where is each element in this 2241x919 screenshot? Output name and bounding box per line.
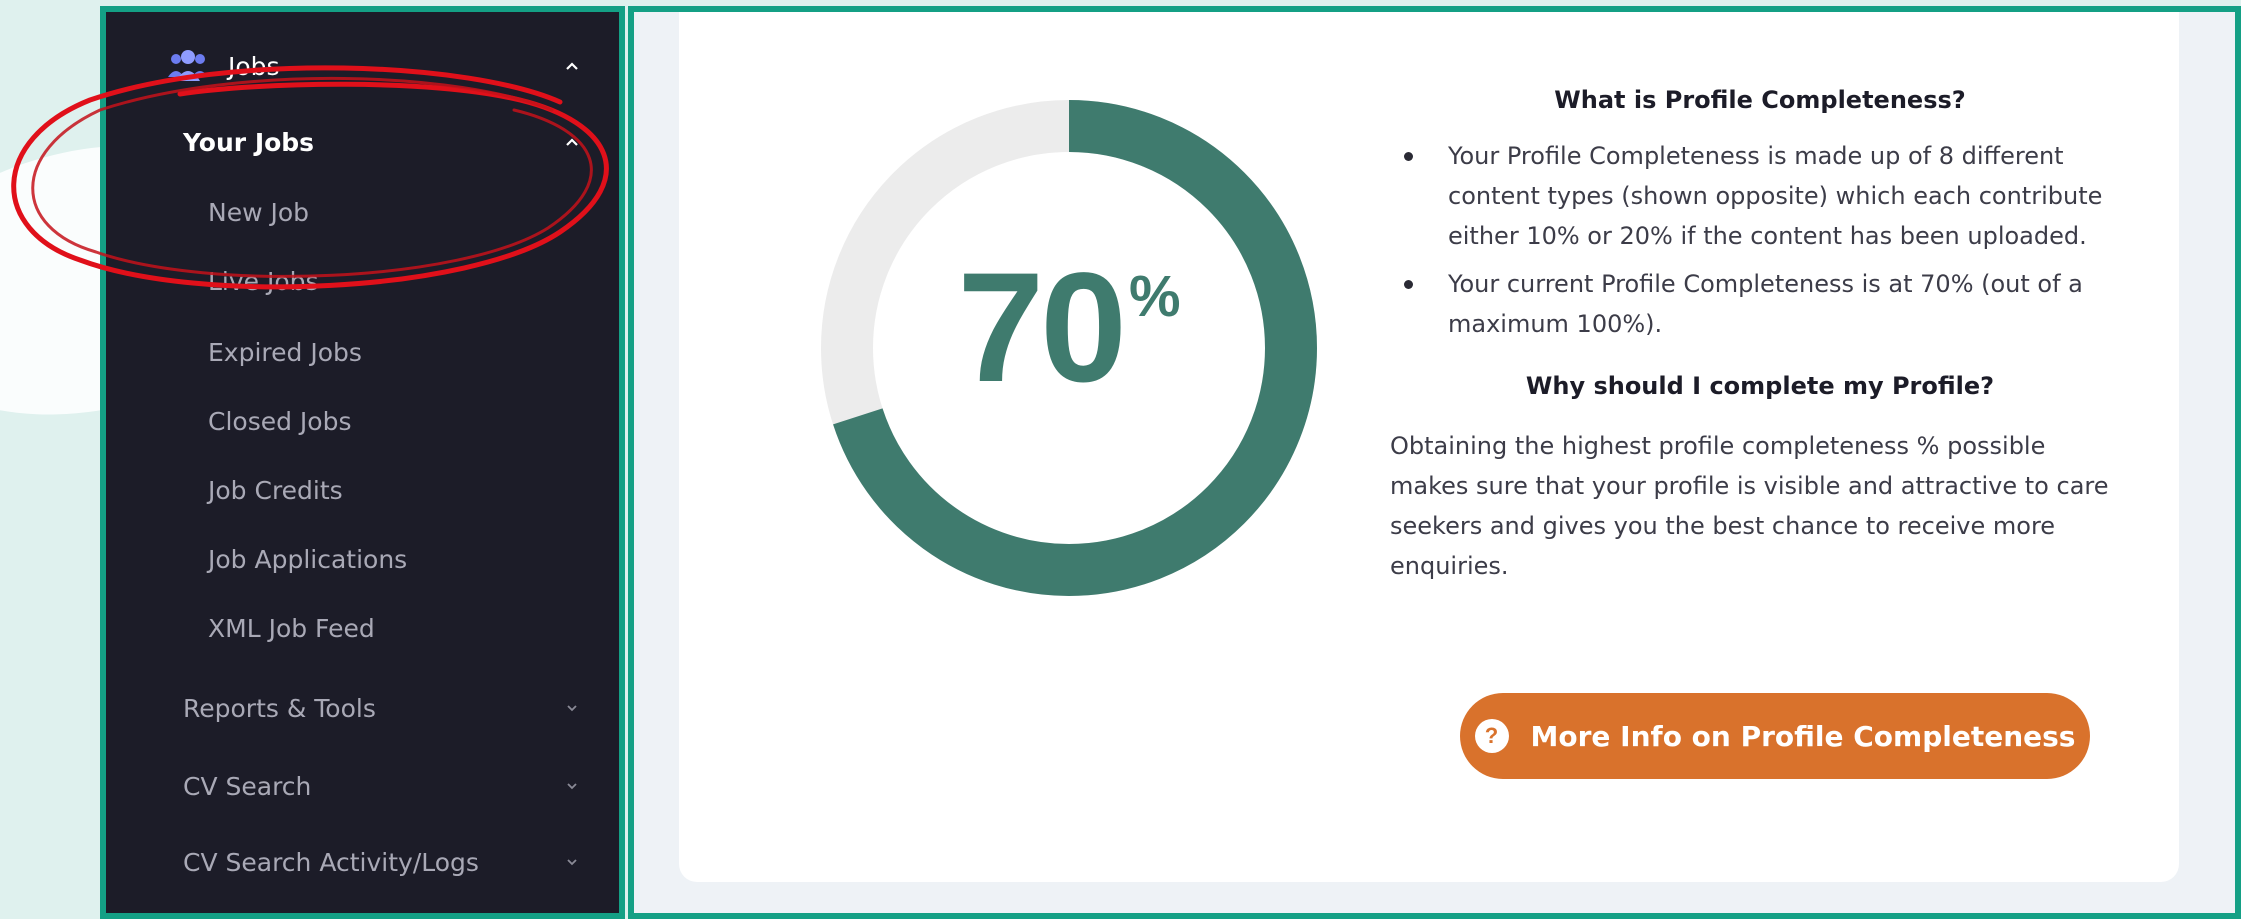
chevron-down-icon [567,705,577,712]
sidebar: Jobs Your Jobs New Job Live Jobs Expired… [100,6,625,919]
main-panel: 70 % What is Profile Completeness? Your … [628,6,2241,919]
completeness-unit: % [1128,264,1181,329]
sidebar-group-reports-tools[interactable]: Reports & Tools [106,680,583,736]
sidebar-group-cv-search-activity[interactable]: CV Search Activity/Logs [106,834,583,890]
profile-completeness-card: 70 % What is Profile Completeness? Your … [679,12,2179,882]
list-item: Your current Profile Completeness is at … [1390,264,2150,344]
completeness-percentage: 70 % [809,88,1329,608]
sidebar-section-label: Jobs [228,51,280,81]
more-info-button[interactable]: ? More Info on Profile Completeness [1460,693,2090,779]
list-item: Your Profile Completeness is made up of … [1390,136,2150,256]
sidebar-item-new-job[interactable]: New Job [106,184,583,240]
completeness-value: 70 [957,241,1127,415]
sidebar-section-jobs[interactable]: Jobs [166,36,583,96]
sidebar-group-cv-search[interactable]: CV Search [106,758,583,814]
users-icon [168,50,208,81]
sidebar-item-xml-job-feed[interactable]: XML Job Feed [106,600,583,656]
sidebar-item-live-jobs[interactable]: Live Jobs [106,253,583,309]
sidebar-item-job-credits[interactable]: Job Credits [106,462,583,518]
sidebar-item-your-jobs[interactable]: Your Jobs [106,114,583,170]
more-info-button-label: More Info on Profile Completeness [1530,719,2076,753]
info-bullet-list: Your Profile Completeness is made up of … [1390,136,2150,344]
sidebar-item-expired-jobs[interactable]: Expired Jobs [106,324,583,380]
chevron-down-icon [567,783,577,790]
chevron-up-icon [566,62,578,70]
what-is-heading: What is Profile Completeness? [1554,86,1966,114]
question-icon: ? [1474,719,1509,753]
sidebar-item-job-applications[interactable]: Job Applications [106,531,583,587]
why-heading: Why should I complete my Profile? [1525,372,1995,400]
why-paragraph: Obtaining the highest profile completene… [1390,432,2109,580]
sidebar-item-closed-jobs[interactable]: Closed Jobs [106,393,583,449]
chevron-up-icon [566,138,578,146]
info-text-column: What is Profile Completeness? Your Profi… [1390,86,2150,586]
chevron-down-icon [567,859,577,866]
